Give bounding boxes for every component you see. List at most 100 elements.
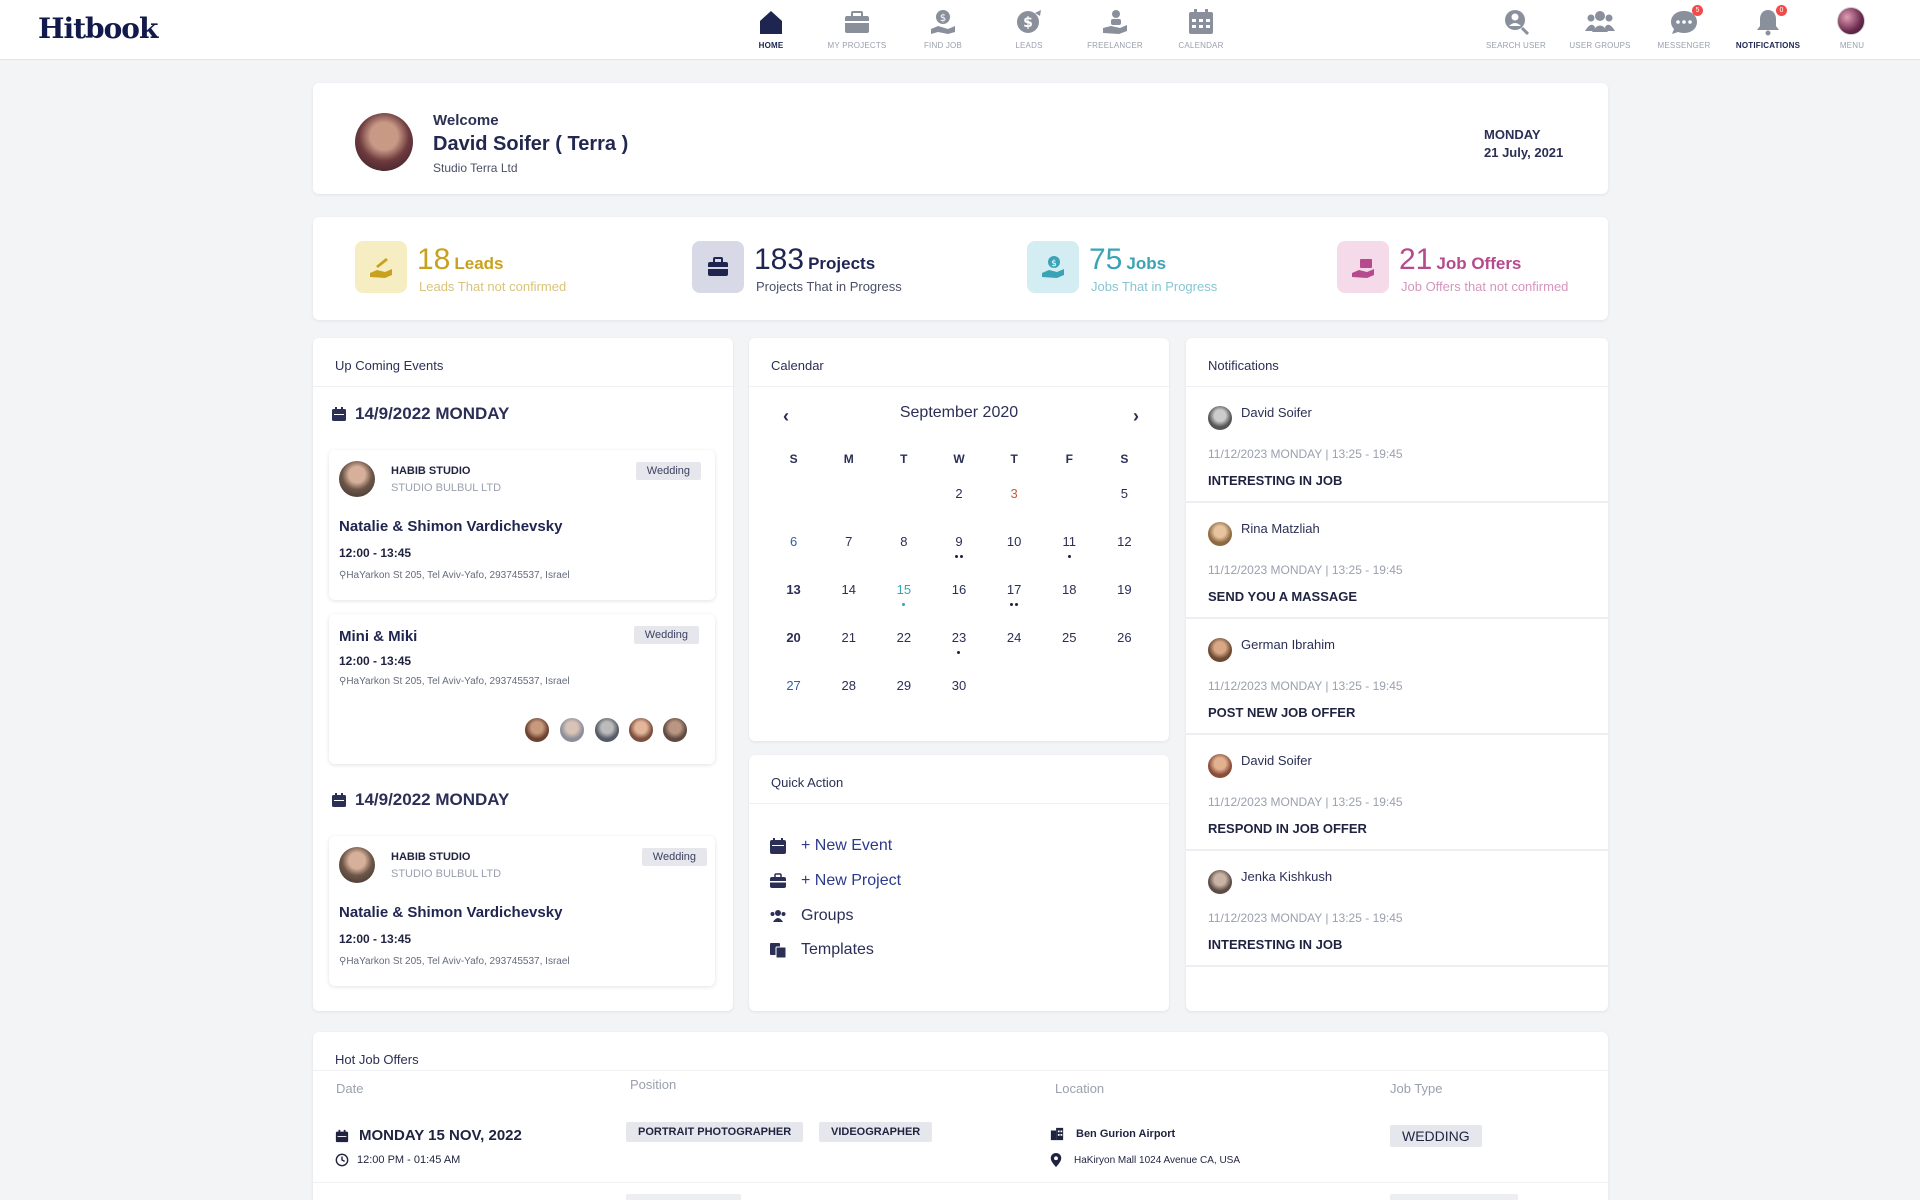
nav-leads[interactable]: $ LEADS	[986, 0, 1072, 60]
nav-my-projects-label: MY PROJECTS	[827, 41, 887, 50]
nav-messenger[interactable]: 5 MESSENGER	[1642, 0, 1726, 60]
calendar-day[interactable]: 9	[931, 530, 986, 578]
calendar-day[interactable]: 20	[766, 626, 821, 674]
event-time: 12:00 - 13:45	[339, 546, 412, 560]
event-card[interactable]: HABIB STUDIO STUDIO BULBUL LTD Wedding N…	[329, 450, 715, 600]
utility-nav: SEARCH USER USER GROUPS 5 MESSENGER 0 NO…	[1474, 0, 1894, 60]
calendar-day[interactable]: 24	[987, 626, 1042, 674]
new-project-button[interactable]: + New Project	[769, 872, 901, 890]
calendar-day[interactable]: 21	[821, 626, 876, 674]
groups-button[interactable]: Groups	[769, 907, 853, 925]
notification-item[interactable]: German Ibrahim 11/12/2023 MONDAY | 13:25…	[1186, 619, 1608, 735]
job-address-text: HaKiryon Mall 1024 Avenue CA, USA	[1074, 1154, 1241, 1166]
calendar-week: 6 7 8 9 10 11 12	[766, 530, 1152, 578]
nav-notifications[interactable]: 0 NOTIFICATIONS	[1726, 0, 1810, 60]
panel-title: Hot Job Offers	[335, 1052, 419, 1067]
top-navigation-bar: Hitbook HOME MY PROJECTS $ FIND JOB $ LE…	[0, 0, 1920, 60]
calendar-day[interactable]: 13	[766, 578, 821, 626]
avatar[interactable]	[523, 716, 551, 744]
calendar-day[interactable]: 29	[876, 674, 931, 722]
next-month-button[interactable]: ›	[1133, 406, 1139, 427]
leads-count: 18	[417, 243, 451, 276]
calendar-day[interactable]: 7	[821, 530, 876, 578]
column-header-date[interactable]: Date	[336, 1081, 363, 1096]
calendar-day[interactable]: 23	[931, 626, 986, 674]
calendar-day[interactable]: 17	[987, 578, 1042, 626]
calendar-grid: S M T W T F S 2 3 5 6 7 8 9 10 11 12 13 14 15 16 17 18 19 20 21 22…	[766, 448, 1152, 722]
calendar-day[interactable]: 10	[987, 530, 1042, 578]
weekday-label: S	[789, 452, 798, 466]
nav-freelancer[interactable]: FREELANCER	[1072, 0, 1158, 60]
calendar-day[interactable]: 27	[766, 674, 821, 722]
avatar[interactable]	[593, 716, 621, 744]
calendar-day[interactable]: 8	[876, 530, 931, 578]
calendar-day[interactable]: 26	[1097, 626, 1152, 674]
job-date: MONDAY 15 NOV, 2022	[335, 1127, 522, 1144]
calendar-day[interactable]: 11	[1042, 530, 1097, 578]
event-card[interactable]: HABIB STUDIO STUDIO BULBUL LTD Wedding N…	[329, 836, 715, 986]
templates-button[interactable]: Templates	[769, 941, 874, 959]
notification-time: 11/12/2023 MONDAY | 13:25 - 19:45	[1208, 911, 1403, 925]
calendar-day[interactable]: 22	[876, 626, 931, 674]
calendar-empty-cell	[766, 482, 821, 530]
calendar-day-number: 14	[841, 582, 856, 597]
calendar-day[interactable]: 16	[931, 578, 986, 626]
notification-time: 11/12/2023 MONDAY | 13:25 - 19:45	[1208, 447, 1403, 461]
calendar-day-number: 30	[951, 678, 967, 693]
event-dots	[987, 600, 1042, 606]
job-offers-icon	[1337, 241, 1389, 293]
participants-avatars	[523, 716, 703, 746]
calendar-day[interactable]: 5	[1097, 482, 1152, 530]
current-day: MONDAY	[1484, 127, 1541, 142]
search-user-icon	[1505, 10, 1530, 36]
column-header-job-type[interactable]: Job Type	[1390, 1081, 1443, 1096]
event-type-tag: Wedding	[633, 626, 699, 644]
avatar	[1837, 7, 1865, 35]
avatar[interactable]	[558, 716, 586, 744]
calendar-day[interactable]: 28	[821, 674, 876, 722]
nav-find-job[interactable]: $ FIND JOB	[900, 0, 986, 60]
divider	[749, 386, 1169, 387]
quick-action-panel: Quick Action + New Event + New Project G…	[749, 755, 1169, 1011]
notification-item[interactable]: David Soifer 11/12/2023 MONDAY | 13:25 -…	[1186, 387, 1608, 503]
column-header-position[interactable]: Position	[630, 1077, 676, 1092]
notification-item[interactable]: David Soifer 11/12/2023 MONDAY | 13:25 -…	[1186, 735, 1608, 851]
calendar-day[interactable]: 15	[876, 578, 931, 626]
position-tag[interactable]: VIDEOGRAPHER	[819, 1122, 933, 1142]
calendar-day-number: 13	[786, 582, 801, 597]
nav-search-user[interactable]: SEARCH USER	[1474, 0, 1558, 60]
calendar-day[interactable]: 30	[931, 674, 986, 722]
calendar-day[interactable]: 18	[1042, 578, 1097, 626]
calendar-day[interactable]: 2	[931, 482, 986, 530]
nav-my-projects[interactable]: MY PROJECTS	[814, 0, 900, 60]
svg-text:$: $	[1023, 15, 1033, 31]
weekday-label: T	[900, 452, 908, 466]
user-avatar[interactable]	[355, 113, 413, 171]
calendar-day[interactable]: 25	[1042, 626, 1097, 674]
notification-item[interactable]: Rina Matzliah 11/12/2023 MONDAY | 13:25 …	[1186, 503, 1608, 619]
column-header-location[interactable]: Location	[1055, 1081, 1104, 1096]
event-studio-sub: STUDIO BULBUL LTD	[391, 868, 502, 880]
calendar-day[interactable]: 12	[1097, 530, 1152, 578]
avatar[interactable]	[627, 716, 655, 744]
calendar-day-number: 16	[951, 582, 967, 597]
calendar-day[interactable]: 3	[987, 482, 1042, 530]
nav-home[interactable]: HOME	[728, 0, 814, 60]
nav-menu[interactable]: MENU	[1810, 0, 1894, 60]
app-logo[interactable]: Hitbook	[38, 12, 158, 45]
avatar[interactable]	[661, 716, 689, 744]
nav-calendar[interactable]: CALENDAR	[1158, 0, 1244, 60]
event-dot	[954, 555, 958, 558]
event-card[interactable]: Mini & Miki Wedding 12:00 - 13:45 ⚲HaYar…	[329, 614, 715, 764]
calendar-day[interactable]: 6	[766, 530, 821, 578]
calendar-icon	[770, 838, 786, 854]
new-event-button[interactable]: + New Event	[769, 837, 892, 855]
dollar-icon: $	[1017, 10, 1041, 33]
nav-user-groups[interactable]: USER GROUPS	[1558, 0, 1642, 60]
calendar-day[interactable]: 19	[1097, 578, 1152, 626]
event-type-tag: Wedding	[635, 462, 701, 480]
position-tag[interactable]: PORTRAIT PHOTOGRAPHER	[626, 1122, 804, 1142]
notification-item[interactable]: Jenka Kishkush 11/12/2023 MONDAY | 13:25…	[1186, 851, 1608, 967]
calendar-day[interactable]: 14	[821, 578, 876, 626]
avatar	[1208, 406, 1232, 430]
